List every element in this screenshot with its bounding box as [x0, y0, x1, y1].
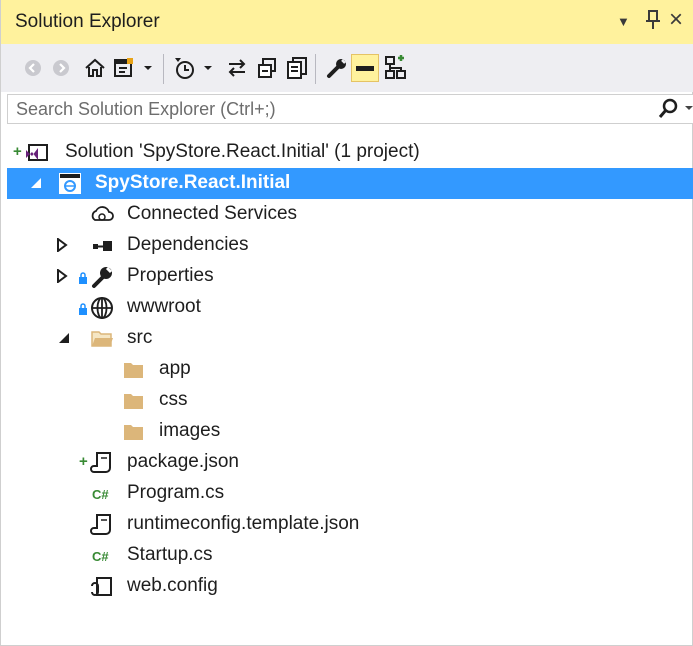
- web-project-icon: [57, 171, 83, 197]
- toolbar-separator: [163, 54, 164, 84]
- forward-icon: [53, 60, 69, 76]
- home-button[interactable]: [81, 54, 109, 82]
- chevron-down-icon: [144, 66, 152, 70]
- tree-item-label: runtimeconfig.template.json: [127, 513, 360, 534]
- collapsed-arrow-icon[interactable]: [55, 238, 69, 252]
- view-class-diagram-button[interactable]: [381, 54, 409, 82]
- tree-item-wwwroot[interactable]: wwwroot: [7, 292, 693, 323]
- tree-item-connected-services[interactable]: Connected Services: [7, 199, 693, 230]
- tree-item-label: Properties: [127, 265, 214, 286]
- connected-services-icon: [89, 202, 115, 228]
- tree-item-package-json[interactable]: + package.json: [7, 447, 693, 478]
- json-file-icon: [89, 512, 115, 538]
- tree-item-label: src: [127, 327, 153, 348]
- tree-item-label: Program.cs: [127, 482, 225, 503]
- folder-icon: [121, 357, 147, 383]
- tree-item-properties[interactable]: Properties: [7, 261, 693, 292]
- collapse-all-button[interactable]: [253, 54, 281, 82]
- sync-with-active-document-button[interactable]: [223, 54, 251, 82]
- added-indicator: +: [79, 453, 88, 470]
- added-indicator: +: [13, 143, 22, 160]
- config-file-icon: [89, 574, 115, 600]
- tree-item-solution[interactable]: + Solution 'SpyStore.React.Initial' (1 p…: [7, 137, 693, 168]
- pending-changes-filter-button[interactable]: [171, 54, 199, 82]
- tree-item-label: app: [159, 358, 191, 379]
- back-button[interactable]: [19, 54, 47, 82]
- preview-icon: [356, 66, 374, 71]
- title-bar: Solution Explorer ▼ ×: [1, 0, 693, 44]
- folder-icon: [121, 419, 147, 445]
- tree-item-label: css: [159, 389, 188, 410]
- switch-views-icon: [114, 58, 133, 77]
- tree-item-label: Connected Services: [127, 203, 298, 224]
- tree-item-label: Startup.cs: [127, 544, 213, 565]
- folder-icon: [121, 388, 147, 414]
- tree-item-label: package.json: [127, 451, 239, 472]
- lock-icon: [79, 303, 87, 315]
- search-input[interactable]: [16, 98, 636, 120]
- collapsed-arrow-icon[interactable]: [55, 269, 69, 283]
- solution-explorer-panel: Solution Explorer ▼ × Search Solution Ex…: [0, 0, 693, 646]
- tree-item-label: SpyStore.React.Initial: [95, 172, 291, 193]
- sync-icon: [228, 59, 246, 77]
- tree-item-label: wwwroot: [127, 296, 201, 317]
- expanded-arrow-icon: [31, 178, 41, 188]
- lock-icon: [79, 272, 87, 284]
- expanded-arrow-icon[interactable]: [57, 331, 71, 345]
- search-options-dropdown[interactable]: [684, 99, 693, 115]
- tree-item-label: web.config: [127, 575, 218, 596]
- clock-filter-icon: [175, 58, 194, 79]
- search-box[interactable]: [7, 94, 693, 124]
- csharp-file-icon: C#: [89, 543, 115, 569]
- tree-item-label: Dependencies: [127, 234, 249, 255]
- toolbar-separator: [315, 54, 316, 84]
- wrench-icon: [327, 59, 346, 78]
- tree-item-css[interactable]: css: [7, 385, 693, 416]
- tree-item-startup-cs[interactable]: C# Startup.cs: [7, 540, 693, 571]
- csharp-file-icon: C#: [89, 481, 115, 507]
- properties-button[interactable]: [323, 54, 351, 82]
- chevron-down-icon: [685, 106, 693, 110]
- tree-item-dependencies[interactable]: Dependencies: [7, 230, 693, 261]
- json-file-icon: [89, 450, 115, 476]
- tree-item-label: Solution 'SpyStore.React.Initial' (1 pro…: [65, 141, 420, 162]
- preview-selected-items-button[interactable]: [351, 54, 379, 82]
- filter-dropdown[interactable]: [199, 54, 217, 82]
- forward-button[interactable]: [47, 54, 75, 82]
- search-icon[interactable]: [658, 98, 678, 125]
- class-diagram-icon: [385, 55, 406, 79]
- home-icon: [85, 58, 105, 77]
- switch-views-dropdown[interactable]: [139, 54, 157, 82]
- tree-item-app[interactable]: app: [7, 354, 693, 385]
- collapse-all-icon: [258, 58, 276, 78]
- panel-title: Solution Explorer: [15, 11, 160, 32]
- pin-icon[interactable]: [646, 10, 660, 35]
- tree-item-project[interactable]: SpyStore.React.Initial: [7, 168, 693, 199]
- show-all-files-icon: [287, 57, 307, 79]
- tree-item-src[interactable]: src: [7, 323, 693, 354]
- show-all-files-button[interactable]: [283, 54, 311, 82]
- tree-item-label: images: [159, 420, 221, 441]
- solution-icon: [23, 140, 49, 166]
- switch-views-button[interactable]: [111, 54, 139, 82]
- tree-item-program-cs[interactable]: C# Program.cs: [7, 478, 693, 509]
- svg-text:C#: C#: [92, 487, 109, 502]
- dependencies-icon: [89, 233, 115, 259]
- svg-text:C#: C#: [92, 549, 109, 564]
- back-icon: [25, 60, 41, 76]
- globe-icon: [89, 295, 115, 321]
- open-folder-icon: [89, 326, 115, 352]
- close-icon[interactable]: ×: [669, 6, 683, 34]
- tree-item-images[interactable]: images: [7, 416, 693, 447]
- chevron-down-icon: [204, 66, 212, 70]
- tree-item-web-config[interactable]: web.config: [7, 571, 693, 602]
- window-position-dropdown-icon[interactable]: ▼: [617, 14, 630, 29]
- wrench-icon: [89, 264, 115, 290]
- tree-item-runtimeconfig[interactable]: runtimeconfig.template.json: [7, 509, 693, 540]
